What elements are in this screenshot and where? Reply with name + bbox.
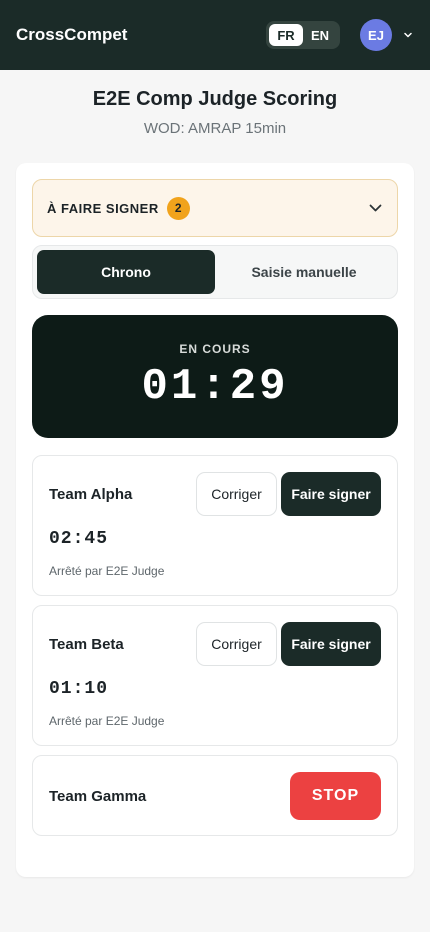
avatar[interactable]: EJ — [360, 19, 392, 51]
timer-status: EN COURS — [179, 342, 251, 356]
timer-clock: 01:29 — [141, 362, 289, 412]
tab-manual-entry[interactable]: Saisie manuelle — [215, 250, 393, 294]
language-switch: FR EN — [266, 21, 340, 49]
stopped-by-note: Arrêté par E2E Judge — [49, 564, 165, 578]
pending-signatures-accordion[interactable]: À FAIRE SIGNER 2 — [32, 179, 398, 237]
team-card-beta: Team Beta Corriger Faire signer 01:10 Ar… — [32, 605, 398, 746]
brand-logo[interactable]: CrossCompet — [16, 25, 266, 45]
chevron-down-icon[interactable] — [367, 200, 383, 216]
page-subtitle: WOD: AMRAP 15min — [143, 120, 287, 137]
correct-button[interactable]: Corriger — [196, 622, 277, 666]
team-time: 01:10 — [49, 679, 109, 699]
main-timer: EN COURS 01:29 — [32, 315, 398, 438]
lang-fr-button[interactable]: FR — [269, 24, 303, 46]
stop-button[interactable]: STOP — [290, 772, 381, 820]
chevron-down-icon[interactable] — [402, 29, 414, 41]
team-card-gamma: Team Gamma STOP — [32, 755, 398, 836]
stopped-by-note: Arrêté par E2E Judge — [49, 714, 165, 728]
team-name: Team Gamma — [49, 788, 147, 805]
pending-count-badge: 2 — [166, 196, 190, 220]
team-time: 02:45 — [49, 529, 109, 549]
pending-label: À FAIRE SIGNER — [47, 200, 159, 216]
top-bar: CrossCompet FR EN EJ — [0, 0, 430, 70]
correct-button[interactable]: Corriger — [196, 472, 277, 516]
mode-tabs: Chrono Saisie manuelle — [32, 245, 398, 299]
team-name: Team Alpha — [49, 486, 133, 503]
page-title: E2E Comp Judge Scoring — [92, 88, 338, 110]
request-signature-button[interactable]: Faire signer — [281, 622, 381, 666]
scoring-card: À FAIRE SIGNER 2 Chrono Saisie manuelle … — [16, 163, 414, 877]
team-card-alpha: Team Alpha Corriger Faire signer 02:45 A… — [32, 455, 398, 596]
tab-chrono[interactable]: Chrono — [37, 250, 215, 294]
request-signature-button[interactable]: Faire signer — [281, 472, 381, 516]
lang-en-button[interactable]: EN — [303, 24, 337, 46]
team-name: Team Beta — [49, 636, 124, 653]
